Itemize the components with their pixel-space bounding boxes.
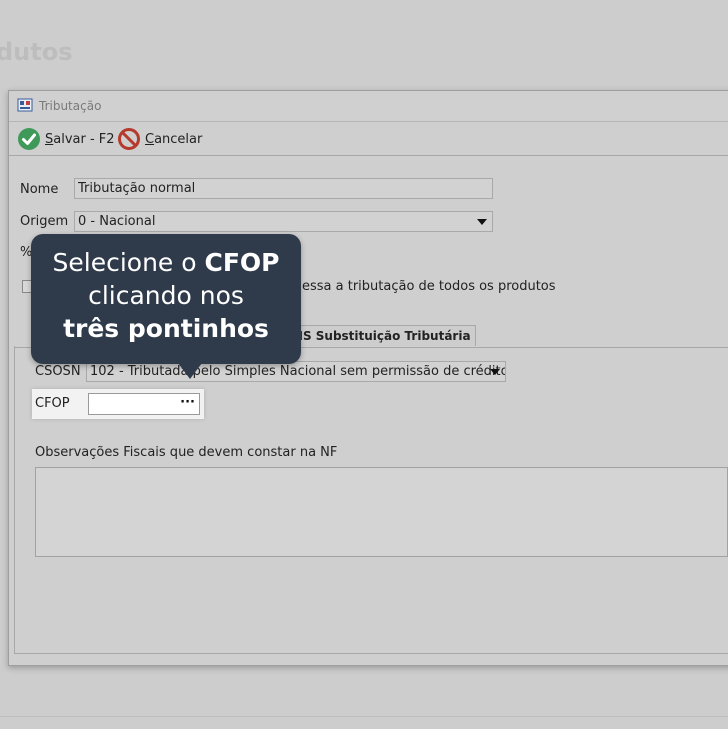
origem-select[interactable]: 0 - Nacional [74, 211, 493, 232]
instruction-tooltip: Selecione o CFOP clicando nos três ponti… [31, 234, 301, 364]
status-bar [0, 716, 728, 729]
chevron-down-icon [477, 219, 487, 225]
apply-all-label: essa a tributação de todos os produtos [302, 279, 556, 294]
tab-icms-st-label: MS Substituição Tributária [291, 329, 471, 343]
prohibited-icon [118, 128, 140, 150]
origem-label: Origem [20, 214, 69, 229]
cancel-button[interactable]: Cancelar [117, 127, 202, 151]
window-titlebar: Tributação [9, 91, 728, 122]
tax-app-icon [17, 98, 33, 112]
nome-label: Nome [20, 182, 59, 197]
background-page-title: dutos [0, 38, 73, 66]
chevron-down-icon [490, 369, 500, 375]
tooltip-text: Selecione o CFOP clicando nos três ponti… [52, 248, 280, 343]
origem-value: 0 - Nacional [78, 214, 156, 229]
save-label: Salvar - F2 [45, 131, 115, 147]
csosn-label: CSOSN [35, 364, 81, 379]
cfop-input[interactable]: ··· [88, 393, 200, 415]
cancel-label: Cancelar [145, 131, 203, 147]
obs-label: Observações Fiscais que devem constar na… [35, 445, 338, 460]
csosn-select[interactable]: 102 - Tributada pelo Simples Nacional se… [86, 361, 506, 382]
check-circle-icon [18, 128, 40, 150]
tooltip-arrow [178, 363, 202, 379]
cfop-label: CFOP [35, 396, 70, 411]
nome-input[interactable] [74, 178, 493, 199]
ellipsis-icon[interactable]: ··· [180, 396, 195, 410]
save-button[interactable]: Salvar - F2 [17, 127, 115, 151]
obs-textarea[interactable] [35, 467, 728, 557]
window-title: Tributação [39, 99, 102, 113]
tab-icms-st[interactable]: MS Substituição Tributária [282, 325, 476, 346]
toolbar: Salvar - F2 Cancelar [9, 122, 728, 156]
csosn-value: 102 - Tributada pelo Simples Nacional se… [90, 364, 506, 379]
